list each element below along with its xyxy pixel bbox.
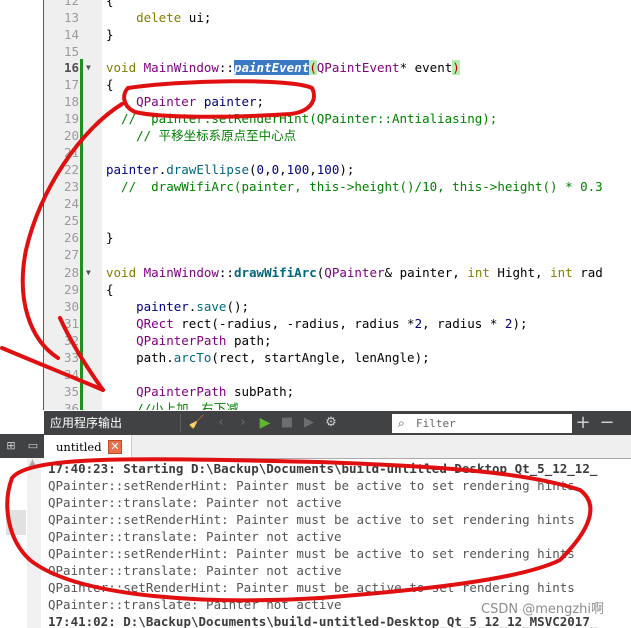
scroll-up-icon[interactable]: ▲ [29,458,36,468]
search-icon: ⌕ [398,416,405,430]
code-line[interactable]: { [106,76,114,93]
side-panel-item[interactable] [6,510,26,535]
settings-gear-icon[interactable]: ⚙ [322,414,340,432]
close-panel-icon[interactable]: ▭ [24,437,42,455]
clear-output-icon[interactable]: 🧹 [188,414,206,432]
code-comment[interactable]: // drawWifiArc(painter, this->height()/1… [106,178,603,195]
output-line: QPainter::translate: Painter not active [48,563,342,578]
run-icon[interactable]: ▶ [256,414,274,432]
line-number: 25 [63,213,79,228]
line-number: 24 [63,196,79,211]
code-line[interactable]: QRect rect(-radius, -radius, radius *2, … [106,315,527,332]
line-number: 27 [63,247,79,262]
output-line: QPainter::setRenderHint: Painter must be… [48,546,575,561]
code-comment[interactable]: // 平移坐标系原点至中心点 [106,127,296,144]
output-line: QPainter::setRenderHint: Painter must be… [48,478,575,493]
output-pane-toolbar: 应用程序输出 🧹 ‹ › ▶ ■ ▶ ⚙ ⌕ + − [44,411,631,435]
output-tab-bar: untitled ✕ [44,435,631,460]
code-line[interactable]: QPainterPath subPath; [106,383,294,400]
code-line[interactable]: QPainter painter; [106,93,264,110]
side-panel-scrollbar[interactable]: ▲ [27,458,41,628]
code-line[interactable]: { [106,281,114,298]
output-line: QPainter::setRenderHint: Painter must be… [48,580,575,595]
filter-field[interactable]: ⌕ [392,414,572,433]
code-editor[interactable]: 12 { 13 delete ui; 14 } 15 16 ▼ void Mai… [0,0,631,410]
selected-word: paintEvent [233,60,310,75]
split-add-icon[interactable]: ⊞ [2,437,20,455]
tab-untitled[interactable]: untitled ✕ [44,435,132,460]
code-line[interactable]: void MainWindow::paintEvent(QPaintEvent*… [106,59,460,76]
code-line[interactable]: } [106,26,114,43]
code-line[interactable]: void MainWindow::drawWifiArc(QPainter& p… [106,264,603,281]
attach-debugger-icon[interactable]: ▶ [300,414,318,432]
output-line: 17:40:23: Starting D:\Backup\Documents\b… [48,461,598,476]
output-line: QPainter::translate: Painter not active [48,529,342,544]
side-panel-toolbar: ⊞ ▭ [0,434,44,458]
stop-icon[interactable]: ■ [278,414,296,432]
close-tab-icon[interactable]: ✕ [108,440,122,454]
output-line: QPainter::translate: Painter not active [48,597,342,612]
next-item-icon[interactable]: › [234,414,252,432]
code-line[interactable]: { [106,0,114,9]
code-line[interactable]: path.arcTo(rect, startAngle, lenAngle); [106,349,430,366]
code-line[interactable]: delete ui; [106,9,211,26]
code-line[interactable]: } [106,229,114,246]
toolbar-separator [180,414,181,432]
code-comment[interactable]: //小上加，右下减 [106,400,239,410]
remove-pane-button[interactable]: − [598,414,616,432]
previous-item-icon[interactable]: ‹ [212,414,230,432]
filter-input[interactable] [416,415,566,432]
line-number: 15 [63,44,79,59]
line-number: 34 [63,367,79,382]
watermark: CSDN @mengzhi啊 [481,598,605,617]
output-line: QPainter::setRenderHint: Painter must be… [48,512,575,527]
tab-label: untitled [56,440,102,454]
code-comment[interactable]: // painter.setRenderHint(QPainter::Antia… [106,110,497,127]
code-line[interactable]: painter.save(); [106,298,249,315]
add-pane-button[interactable]: + [574,414,592,432]
line-number: 21 [63,145,79,160]
output-line: QPainter::translate: Painter not active [48,495,342,510]
output-pane-title: 应用程序输出 [50,416,123,430]
code-line[interactable]: painter.drawEllipse(0,0,100,100); [106,161,354,178]
code-line[interactable]: QPainterPath path; [106,332,271,349]
